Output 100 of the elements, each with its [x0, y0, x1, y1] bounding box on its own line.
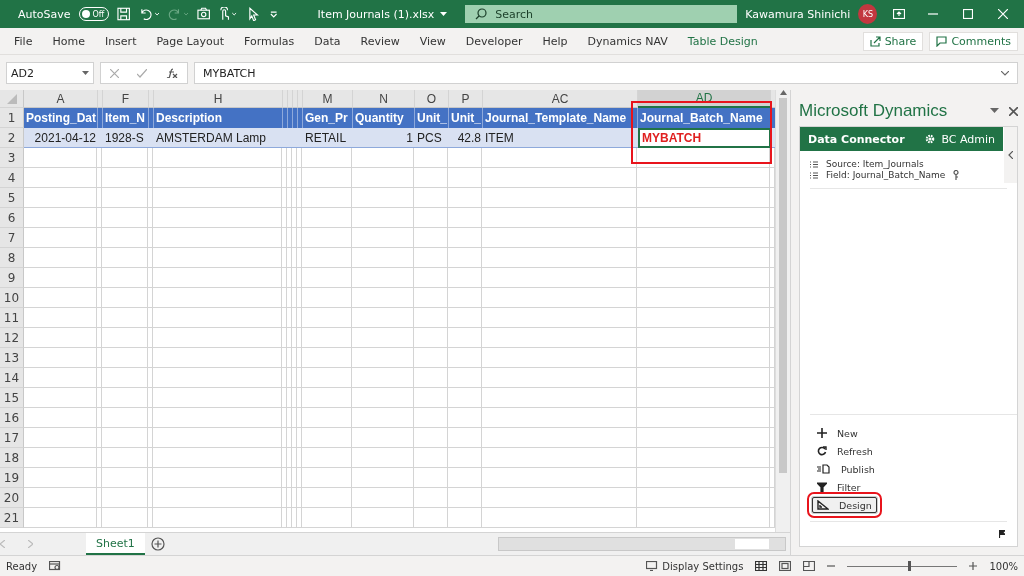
undo-icon[interactable]: [138, 7, 160, 21]
dropdown-icon[interactable]: [990, 108, 999, 114]
column-header[interactable]: O: [415, 90, 449, 108]
display-settings[interactable]: Display Settings: [662, 560, 744, 572]
row-header[interactable]: 21: [0, 508, 24, 528]
row-header[interactable]: 5: [0, 188, 24, 208]
column-header[interactable]: M: [303, 90, 353, 108]
share-icon[interactable]: [869, 35, 881, 47]
ribbon-tab[interactable]: Page Layout: [146, 34, 234, 48]
column-header[interactable]: N: [353, 90, 415, 108]
status-text: Ready: [6, 560, 38, 572]
expand-icon[interactable]: [1001, 70, 1009, 76]
ribbon-tab[interactable]: Insert: [94, 34, 147, 48]
comment-icon[interactable]: [936, 35, 948, 47]
page-layout-icon[interactable]: [779, 561, 792, 571]
check-icon[interactable]: [137, 68, 148, 78]
share-button[interactable]: Share: [862, 31, 924, 51]
page-break-icon[interactable]: [803, 561, 816, 571]
ribbon-tab[interactable]: Data: [304, 34, 351, 48]
ribbon-tab[interactable]: Help: [532, 34, 578, 48]
row-header[interactable]: 15: [0, 388, 24, 408]
zoom-out-icon[interactable]: [827, 562, 836, 570]
row-header[interactable]: 19: [0, 468, 24, 488]
zoom-level[interactable]: 100%: [989, 560, 1018, 572]
row-header[interactable]: 13: [0, 348, 24, 368]
table-cell: PCS: [415, 128, 449, 148]
list-icon[interactable]: [810, 160, 818, 168]
column-header[interactable]: F: [103, 90, 149, 108]
ribbon-tab[interactable]: View: [409, 34, 456, 48]
close-icon[interactable]: [1009, 106, 1018, 116]
row-header[interactable]: 20: [0, 488, 24, 508]
sheet-tab[interactable]: Sheet1: [86, 533, 145, 555]
name-box[interactable]: AD2: [6, 62, 94, 84]
row-header[interactable]: 16: [0, 408, 24, 428]
ribbon-tab[interactable]: Table Design: [677, 34, 768, 48]
save-icon[interactable]: [117, 7, 131, 21]
zoom-slider[interactable]: [847, 560, 958, 572]
list-icon[interactable]: [810, 171, 818, 179]
vertical-scrollbar[interactable]: [775, 90, 790, 532]
key-icon[interactable]: [953, 170, 960, 180]
row-header[interactable]: 2: [0, 128, 24, 148]
action-button[interactable]: Refresh: [812, 443, 878, 459]
camera-icon[interactable]: [196, 7, 210, 21]
action-button[interactable]: Filter: [812, 479, 866, 495]
plus-icon[interactable]: [817, 428, 827, 438]
formula-field[interactable]: MYBATCH: [194, 62, 1018, 84]
caret-icon[interactable]: [440, 12, 448, 16]
row-header[interactable]: 12: [0, 328, 24, 348]
row-header[interactable]: 18: [0, 448, 24, 468]
file-name[interactable]: Item Journals (1).xlsx: [317, 7, 435, 21]
display-icon[interactable]: [646, 561, 659, 571]
ribbon-tab[interactable]: File: [4, 34, 43, 48]
user-name[interactable]: Kawamura Shinichi: [745, 7, 851, 21]
row-header[interactable]: 17: [0, 428, 24, 448]
flag-icon[interactable]: [999, 530, 1005, 538]
macro-icon[interactable]: [49, 561, 62, 571]
row-header[interactable]: 9: [0, 268, 24, 288]
zoom-in-icon[interactable]: [969, 562, 978, 570]
collapse-icon[interactable]: [1008, 151, 1013, 159]
row-header[interactable]: 8: [0, 248, 24, 268]
normal-view-icon[interactable]: [755, 561, 768, 571]
function-icon[interactable]: [165, 68, 178, 78]
info-line: Source: Item_Journals: [826, 159, 924, 169]
refresh-icon[interactable]: [817, 446, 827, 456]
column-header[interactable]: [771, 90, 775, 108]
search-icon[interactable]: [475, 8, 488, 20]
touch-icon[interactable]: [217, 7, 239, 21]
maximize-icon[interactable]: [963, 9, 973, 19]
column-header[interactable]: P: [449, 90, 483, 108]
row-header[interactable]: 7: [0, 228, 24, 248]
row-header[interactable]: 3: [0, 148, 24, 168]
row-header[interactable]: 10: [0, 288, 24, 308]
scroll-up-icon[interactable]: [779, 90, 787, 95]
filter-icon[interactable]: [817, 482, 827, 492]
row-header[interactable]: 1: [0, 108, 24, 128]
search-field[interactable]: Search: [465, 5, 738, 23]
column-header[interactable]: A: [24, 90, 98, 108]
ribbon-tab[interactable]: Formulas: [234, 34, 305, 48]
settings-icon[interactable]: [925, 134, 936, 144]
dropdown-icon[interactable]: [82, 70, 89, 76]
row-header[interactable]: 14: [0, 368, 24, 388]
ribbon-display-icon[interactable]: [892, 9, 905, 19]
row-header[interactable]: 11: [0, 308, 24, 328]
ribbon-tab[interactable]: Review: [350, 34, 410, 48]
column-header[interactable]: AC: [483, 90, 638, 108]
publish-icon[interactable]: [817, 464, 831, 474]
row-header[interactable]: 6: [0, 208, 24, 228]
ribbon-tab[interactable]: Developer: [455, 34, 533, 48]
add-sheet-icon[interactable]: [150, 537, 165, 551]
user-avatar[interactable]: KS: [858, 4, 878, 24]
comments-button[interactable]: Comments: [929, 31, 1018, 51]
row-header[interactable]: 4: [0, 168, 24, 188]
action-button[interactable]: New: [812, 425, 863, 441]
action-button[interactable]: Publish: [812, 461, 880, 477]
horizontal-scrollbar[interactable]: [498, 537, 786, 551]
column-header[interactable]: H: [154, 90, 283, 108]
pointer-icon[interactable]: [246, 7, 261, 21]
ribbon-tab[interactable]: Dynamics NAV: [577, 34, 678, 48]
account-name[interactable]: BC Admin: [941, 132, 995, 146]
ribbon-tab[interactable]: Home: [42, 34, 95, 48]
